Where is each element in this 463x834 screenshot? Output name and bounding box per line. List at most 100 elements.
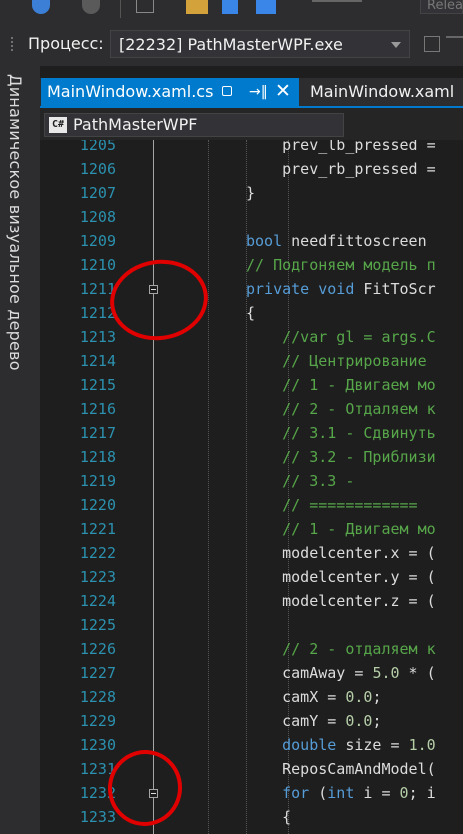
code-text: } [246, 181, 255, 205]
code-text: modelcenter.z = ( [246, 589, 436, 613]
code-token: modelcenter.x = ( [246, 544, 436, 562]
code-token: prev_lb_pressed = [246, 140, 436, 154]
pin-icon[interactable]: →‖ [249, 84, 268, 100]
line-number: 1209 [79, 232, 116, 250]
save-all-icon[interactable] [256, 0, 276, 14]
code-token: camX = [246, 688, 346, 706]
toolbar-separator [120, 0, 121, 18]
code-token: // Центрирование [246, 352, 427, 370]
code-editor[interactable]: 1205 prev_lb_pressed = 1206 prev_rb_press… [40, 140, 463, 834]
code-text: // 2 - отдаляем к [246, 637, 436, 661]
code-line: 1229 camY = 0.0; [40, 709, 463, 733]
line-number: 1210 [79, 256, 116, 274]
code-line: 1206 prev_rb_pressed = [40, 157, 463, 181]
code-token: // 2 - Отдаляем к [246, 400, 436, 418]
new-item-icon[interactable] [136, 0, 154, 13]
code-text: double size = 1.0 [246, 733, 436, 757]
code-line: 1216 // 2 - Отдаляем к [40, 397, 463, 421]
code-token: // 3.3 - [246, 472, 355, 490]
code-text: // 3.1 - Сдвинуть [246, 421, 436, 445]
line-number: 1232 [79, 784, 116, 802]
code-text: prev_rb_pressed = [246, 157, 436, 181]
line-number: 1228 [79, 688, 116, 706]
code-token: modelcenter.z = ( [246, 592, 436, 610]
process-dropdown[interactable]: [22232] PathMasterWPF.exe [110, 30, 410, 58]
code-token: camAway = [246, 664, 373, 682]
code-line: 1233 { [40, 805, 463, 829]
code-token: ; [372, 712, 382, 730]
code-line: 1212 { [40, 301, 463, 325]
code-line: 1232 for (int i = 0; i [40, 781, 463, 805]
thread-icon[interactable] [446, 36, 463, 52]
code-token: bool [246, 232, 283, 250]
code-token: // 1 - Двигаем мо [246, 376, 436, 394]
line-number: 1217 [79, 424, 116, 442]
code-text: // 1 - Двигаем мо [246, 517, 436, 541]
code-token: double [282, 736, 337, 754]
code-token: // 3.2 - Приблизи [246, 448, 436, 466]
code-text: camY = 0.0; [246, 709, 381, 733]
code-token: // 2 - отдаляем к [246, 640, 436, 658]
live-visual-tree-tab[interactable]: Динамическое визуальное дерево [4, 72, 32, 432]
code-text: // Подгоняем модель п [246, 253, 436, 277]
line-number: 1219 [79, 472, 116, 490]
code-text: ReposCamAndModel( [246, 757, 436, 781]
code-token: size = [336, 736, 409, 754]
code-token: modelcenter.y = ( [246, 568, 436, 586]
code-text: //var gl = args.C [246, 325, 436, 349]
code-line: 1222 modelcenter.x = ( [40, 541, 463, 565]
left-tool-strip: Динамическое визуальное дерево [0, 66, 40, 834]
process-label: Процесс: [28, 34, 104, 53]
project-dropdown[interactable]: C# PathMasterWPF [44, 113, 344, 137]
save-icon[interactable] [222, 0, 238, 14]
code-line: 1209 bool needfittoscreen [40, 229, 463, 253]
code-token: 1.0 [408, 736, 436, 754]
code-token: ; i [408, 784, 436, 802]
code-token: 0.0 [345, 712, 373, 730]
code-token: private [246, 280, 310, 298]
code-token: int [327, 784, 355, 802]
close-icon[interactable]: ✕ [275, 80, 291, 102]
debug-location-toolbar: Процесс: [22232] PathMasterWPF.exe [0, 22, 463, 66]
code-text: camAway = 5.0 * ( [246, 661, 436, 685]
navigate-back-icon[interactable] [32, 0, 50, 14]
open-folder-icon[interactable] [186, 0, 208, 14]
toolbar-grip[interactable] [10, 36, 14, 52]
navigation-bar: C# PathMasterWPF [40, 108, 463, 141]
tab-mainwindow-xaml[interactable]: MainWindow.xaml [302, 78, 463, 106]
code-text: // ============ [246, 493, 417, 517]
undo-redo-icon[interactable] [312, 0, 362, 14]
code-line: 1226 // 2 - отдаляем к [40, 637, 463, 661]
code-line: 1211 private void FitToScr [40, 277, 463, 301]
code-line: 1225 [40, 613, 463, 637]
code-text: for (int i = 0; i [246, 781, 436, 805]
line-number: 1220 [79, 496, 116, 514]
code-text: // 3.3 - [246, 469, 354, 493]
line-number: 1213 [79, 328, 116, 346]
tab-label: MainWindow.xaml.cs [47, 82, 214, 101]
line-number: 1207 [79, 184, 116, 202]
solution-configuration-dropdown[interactable]: Release [420, 0, 463, 14]
process-value: [22232] PathMasterWPF.exe [119, 35, 343, 54]
code-line: 1218 // 3.2 - Приблизи [40, 445, 463, 469]
tab-label: MainWindow.xaml [310, 82, 455, 101]
navigate-forward-icon[interactable] [82, 0, 100, 14]
csharp-project-icon: C# [49, 117, 67, 133]
tab-mainwindow-xaml-cs[interactable]: MainWindow.xaml.cs →‖ ✕ [41, 78, 299, 106]
main-toolbar: Release [0, 0, 463, 23]
code-text: prev_lb_pressed = [246, 140, 436, 157]
code-text: camX = 0.0; [246, 685, 381, 709]
live-visual-tree-label: Динамическое визуальное дерево [6, 74, 25, 371]
lifecycle-events-icon[interactable] [424, 36, 440, 52]
code-token: 0 [399, 784, 409, 802]
line-number: 1230 [79, 736, 116, 754]
code-token: //var gl = args.C [246, 328, 436, 346]
code-line: 1219 // 3.3 - [40, 469, 463, 493]
code-text: modelcenter.y = ( [246, 565, 436, 589]
code-token: i = [354, 784, 400, 802]
line-number: 1218 [79, 448, 116, 466]
line-number: 1224 [79, 592, 116, 610]
code-line: 1214 // Центрирование [40, 349, 463, 373]
code-token: // 3.1 - Сдвинуть [246, 424, 436, 442]
